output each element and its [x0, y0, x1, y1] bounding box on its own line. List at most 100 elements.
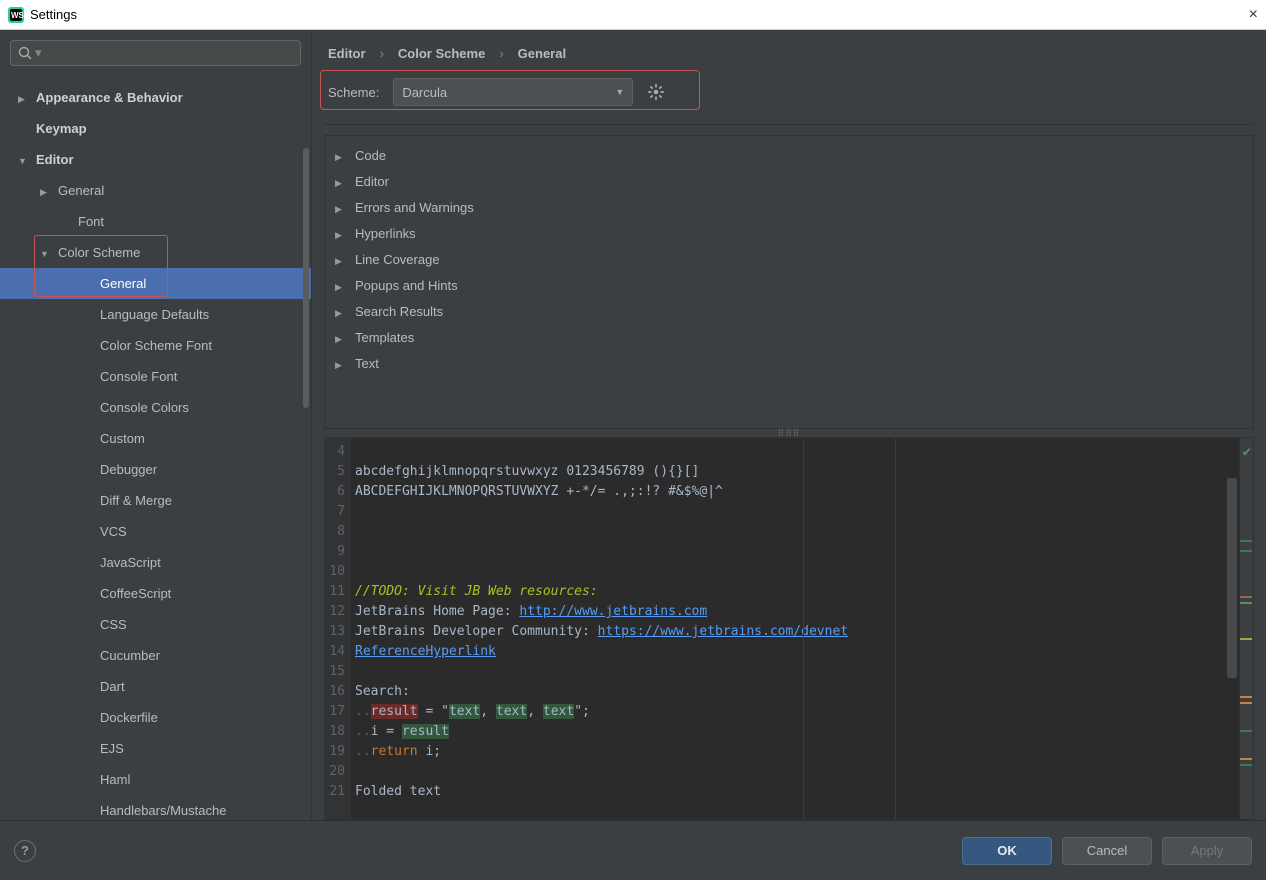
- category-item[interactable]: Hyperlinks: [325, 220, 1253, 246]
- tree-node-label: Dart: [100, 679, 125, 694]
- cancel-button[interactable]: Cancel: [1062, 837, 1152, 865]
- tree-node-label: Custom: [100, 431, 145, 446]
- category-label: Code: [355, 148, 386, 163]
- tree-node-label: Diff & Merge: [100, 493, 172, 508]
- ok-button[interactable]: OK: [962, 837, 1052, 865]
- tree-node-label: Debugger: [100, 462, 157, 477]
- tree-node[interactable]: Haml: [0, 764, 311, 795]
- chevron-right-icon: [335, 252, 349, 267]
- category-label: Hyperlinks: [355, 226, 416, 241]
- error-stripe[interactable]: [1240, 602, 1252, 604]
- tree-node[interactable]: Color Scheme: [0, 237, 311, 268]
- scrollbar-thumb[interactable]: [1227, 478, 1237, 678]
- chevron-right-icon: [335, 226, 349, 241]
- error-stripe[interactable]: [1240, 758, 1252, 760]
- tree-node-label: Color Scheme Font: [100, 338, 212, 353]
- tree-node-label: VCS: [100, 524, 127, 539]
- category-item[interactable]: Search Results: [325, 298, 1253, 324]
- chevron-right-icon: [335, 356, 349, 371]
- tree-node[interactable]: VCS: [0, 516, 311, 547]
- tree-node[interactable]: CSS: [0, 609, 311, 640]
- category-item[interactable]: Code: [325, 142, 1253, 168]
- tree-node-label: Console Colors: [100, 400, 189, 415]
- category-label: Line Coverage: [355, 252, 440, 267]
- category-item[interactable]: Editor: [325, 168, 1253, 194]
- category-item[interactable]: Templates: [325, 324, 1253, 350]
- tree-node[interactable]: Cucumber: [0, 640, 311, 671]
- error-stripe[interactable]: [1240, 702, 1252, 704]
- tree-node[interactable]: Font: [0, 206, 311, 237]
- tree-node[interactable]: General: [0, 175, 311, 206]
- settings-tree: Appearance & Behavior KeymapEditor General…: [0, 76, 311, 820]
- error-stripe[interactable]: [1240, 596, 1252, 598]
- search-input[interactable]: ▾: [10, 40, 301, 66]
- tree-node[interactable]: Debugger: [0, 454, 311, 485]
- splitter[interactable]: ⠿⠿⠿: [324, 429, 1254, 437]
- tree-node[interactable]: JavaScript: [0, 547, 311, 578]
- gutter: 456789101112131415161718192021: [325, 438, 351, 819]
- app-icon: WS: [8, 7, 24, 23]
- tree-node[interactable]: Diff & Merge: [0, 485, 311, 516]
- tree-node[interactable]: Custom: [0, 423, 311, 454]
- scrollbar-thumb[interactable]: [303, 148, 309, 408]
- error-stripe[interactable]: [1240, 550, 1252, 552]
- margin-guide: [895, 438, 896, 819]
- tree-node[interactable]: CoffeeScript: [0, 578, 311, 609]
- tree-node-label: EJS: [100, 741, 124, 756]
- scheme-select[interactable]: Darcula ▼: [393, 78, 633, 106]
- category-label: Editor: [355, 174, 389, 189]
- tree-node-label: Cucumber: [100, 648, 160, 663]
- error-stripe[interactable]: [1240, 764, 1252, 766]
- tree-node[interactable]: EJS: [0, 733, 311, 764]
- chevron-right-icon: [335, 200, 349, 215]
- category-item[interactable]: Errors and Warnings: [325, 194, 1253, 220]
- category-item[interactable]: Text: [325, 350, 1253, 376]
- analysis-ok-icon: ✔: [1243, 442, 1251, 462]
- help-button[interactable]: ?: [14, 840, 36, 862]
- error-stripe[interactable]: [1240, 696, 1252, 698]
- tree-node[interactable]: Language Defaults: [0, 299, 311, 330]
- scheme-row: Scheme: Darcula ▼: [324, 66, 1254, 125]
- margin-guide: [803, 438, 804, 819]
- tree-node[interactable]: Console Font: [0, 361, 311, 392]
- tree-node[interactable]: Dockerfile: [0, 702, 311, 733]
- crumb-2: General: [518, 46, 566, 61]
- gear-icon[interactable]: [647, 83, 665, 101]
- category-label: Errors and Warnings: [355, 200, 474, 215]
- category-item[interactable]: Line Coverage: [325, 246, 1253, 272]
- tree-node-label: Console Font: [100, 369, 177, 384]
- tree-node-label: General: [58, 183, 104, 198]
- category-label: Text: [355, 356, 379, 371]
- tree-node[interactable]: Keymap: [0, 113, 311, 144]
- crumb-0[interactable]: Editor: [328, 46, 366, 61]
- category-item[interactable]: Popups and Hints: [325, 272, 1253, 298]
- tree-node[interactable]: Dart: [0, 671, 311, 702]
- error-stripe[interactable]: [1240, 730, 1252, 732]
- crumb-1[interactable]: Color Scheme: [398, 46, 485, 61]
- code-area[interactable]: abcdefghijklmnopqrstuvwxyz 0123456789 ()…: [351, 438, 848, 819]
- tree-node-label: Language Defaults: [100, 307, 209, 322]
- chevron-right-icon: [335, 278, 349, 293]
- tree-node[interactable]: General: [0, 268, 311, 299]
- tree-node[interactable]: Console Colors: [0, 392, 311, 423]
- chevron-right-icon: [40, 183, 52, 198]
- error-stripe[interactable]: [1240, 540, 1252, 542]
- chevron-right-icon: [335, 304, 349, 319]
- marker-stripe: ✔: [1239, 438, 1253, 819]
- tree-node[interactable]: Editor: [0, 144, 311, 175]
- error-stripe[interactable]: [1240, 638, 1252, 640]
- tree-node-label: Appearance & Behavior: [36, 90, 183, 105]
- chevron-right-icon: [335, 330, 349, 345]
- tree-node-label: Font: [78, 214, 104, 229]
- tree-node[interactable]: Handlebars/Mustache: [0, 795, 311, 820]
- tree-node[interactable]: Appearance & Behavior: [0, 82, 311, 113]
- apply-button[interactable]: Apply: [1162, 837, 1252, 865]
- tree-node-label: Handlebars/Mustache: [100, 803, 226, 818]
- chevron-right-icon: ›: [380, 46, 384, 61]
- tree-node-label: General: [100, 276, 146, 291]
- close-icon[interactable]: ×: [1249, 6, 1258, 24]
- tree-node-label: JavaScript: [100, 555, 161, 570]
- category-label: Templates: [355, 330, 414, 345]
- chevron-down-icon: ▼: [615, 87, 624, 97]
- tree-node[interactable]: Color Scheme Font: [0, 330, 311, 361]
